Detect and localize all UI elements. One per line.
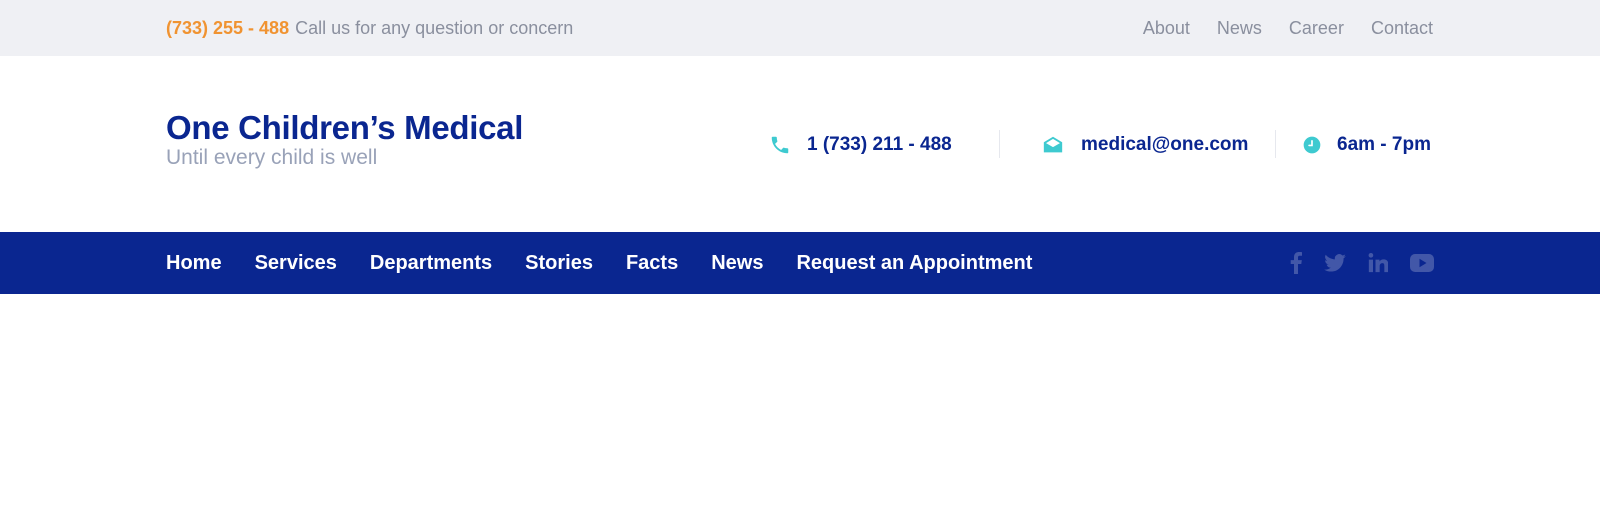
topbar-tagline: Call us for any question or concern <box>295 17 574 38</box>
nav-item-facts[interactable]: Facts <box>626 252 678 275</box>
topbar-contact-info: (733) 255 - 488 Call us for any question… <box>166 0 573 56</box>
brand-title: One Children’s Medical <box>166 109 524 146</box>
topbar-link-career[interactable]: Career <box>1289 18 1344 39</box>
facebook-icon[interactable] <box>1290 252 1302 274</box>
top-bar: (733) 255 - 488 Call us for any question… <box>0 0 1600 56</box>
header-email-address: medical@one.com <box>1081 134 1249 155</box>
main-nav-items: Home Services Departments Stories Facts … <box>166 232 1032 294</box>
header-divider <box>999 130 1000 158</box>
page-content <box>0 294 1600 510</box>
nav-item-request-appointment[interactable]: Request an Appointment <box>796 252 1032 275</box>
envelope-open-icon <box>1042 134 1064 156</box>
header-hours-value: 6am - 7pm <box>1337 134 1431 155</box>
twitter-icon[interactable] <box>1324 254 1346 272</box>
topbar-phone-number[interactable]: (733) 255 - 488 <box>166 18 289 39</box>
site-header: One Children’s Medical Until every child… <box>0 56 1600 232</box>
social-links <box>1290 232 1434 294</box>
youtube-icon[interactable] <box>1410 254 1434 272</box>
header-divider <box>1275 130 1276 158</box>
topbar-link-news[interactable]: News <box>1217 18 1262 39</box>
header-hours: 6am - 7pm <box>1301 130 1431 160</box>
main-nav: Home Services Departments Stories Facts … <box>0 232 1600 294</box>
topbar-link-about[interactable]: About <box>1143 18 1190 39</box>
header-phone[interactable]: 1 (733) 211 - 488 <box>769 130 952 160</box>
topbar-nav: About News Career Contact <box>1143 0 1433 56</box>
header-email[interactable]: medical@one.com <box>1042 130 1248 160</box>
nav-item-home[interactable]: Home <box>166 252 222 275</box>
linkedin-icon[interactable] <box>1368 253 1388 273</box>
header-phone-number: 1 (733) 211 - 488 <box>807 134 952 155</box>
topbar-link-contact[interactable]: Contact <box>1371 18 1433 39</box>
clock-icon <box>1301 134 1323 156</box>
nav-item-services[interactable]: Services <box>255 252 337 275</box>
brand-tagline: Until every child is well <box>166 146 378 169</box>
phone-icon <box>769 134 791 156</box>
nav-item-news[interactable]: News <box>711 252 763 275</box>
nav-item-departments[interactable]: Departments <box>370 252 492 275</box>
brand-logo[interactable]: One Children’s Medical Until every child… <box>166 108 523 170</box>
nav-item-stories[interactable]: Stories <box>525 252 593 275</box>
